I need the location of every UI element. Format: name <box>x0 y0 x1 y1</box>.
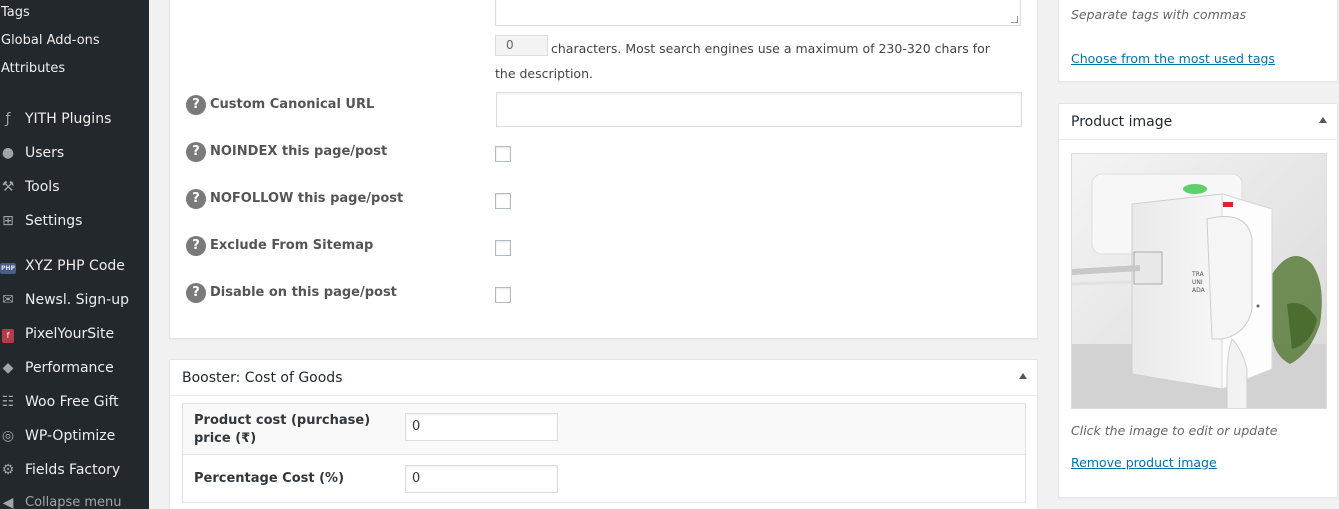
nofollow-label: NOFOLLOW this page/post <box>210 191 404 206</box>
help-icon[interactable]: ? <box>186 283 206 303</box>
char-count-field: 0 <box>495 35 548 56</box>
menu-label: Fields Factory <box>25 462 121 478</box>
submenu-item-tags[interactable]: Tags <box>1 4 30 22</box>
menu-item-settings[interactable]: ⊞ Settings <box>0 206 149 236</box>
menu-label: Woo Free Gift <box>25 394 119 410</box>
menu-item-users[interactable]: ● Users <box>0 138 149 168</box>
most-used-tags-link[interactable]: Choose from the most used tags <box>1071 51 1275 66</box>
collapse-menu-button[interactable]: ◀ Collapse menu <box>0 488 149 509</box>
nofollow-checkbox[interactable] <box>495 193 511 209</box>
envelope-icon: ✉ <box>2 292 14 308</box>
product-image-box: Product image TRA UNI ADA Click the imag… <box>1058 103 1338 498</box>
resize-handle-icon[interactable] <box>1011 16 1018 23</box>
table-row: Product cost (purchase) price (₹) 0 <box>183 404 1025 455</box>
performance-icon: ◆ <box>2 360 14 376</box>
help-icon[interactable]: ? <box>186 189 206 209</box>
product-image-thumbnail[interactable]: TRA UNI ADA <box>1071 153 1327 409</box>
menu-item-wp-optimize[interactable]: ◎ WP-Optimize <box>0 421 149 451</box>
menu-item-newsletter-signup[interactable]: ✉ Newsl. Sign-up <box>0 285 149 315</box>
cost-of-goods-table: Product cost (purchase) price (₹) 0 Perc… <box>182 403 1026 503</box>
product-cost-label: Product cost (purchase) price (₹) <box>194 413 371 446</box>
noindex-checkbox[interactable] <box>495 146 511 162</box>
wrench-icon: ⚒ <box>1 179 15 195</box>
exclude-sitemap-label: Exclude From Sitemap <box>210 238 374 253</box>
submenu-item-global-add-ons[interactable]: Global Add-ons <box>1 32 100 50</box>
table-row: Percentage Cost (%) 0 <box>183 455 1025 504</box>
product-cost-input[interactable]: 0 <box>405 413 558 441</box>
booster-cost-of-goods-box: Booster: Cost of Goods Product cost (pur… <box>169 359 1038 509</box>
char-count-description: characters. Most search engines use a ma… <box>495 41 990 81</box>
menu-item-yith-plugins[interactable]: ƒ YITH Plugins <box>0 104 149 134</box>
settings-icon: ⊞ <box>2 213 14 229</box>
seo-settings-box: characters. Most search engines use a ma… <box>169 0 1038 339</box>
admin-sidebar: Tags Global Add-ons Attributes ƒ YITH Pl… <box>0 0 149 509</box>
canonical-url-label: Custom Canonical URL <box>210 97 375 112</box>
menu-label: Tools <box>25 179 60 195</box>
yith-icon: ƒ <box>5 111 11 127</box>
help-icon[interactable]: ? <box>186 236 206 256</box>
product-image-title: Product image <box>1071 114 1173 130</box>
toggle-arrow-icon[interactable] <box>1019 373 1027 379</box>
menu-label: Collapse menu <box>25 495 122 509</box>
disable-checkbox[interactable] <box>495 287 511 303</box>
wp-optimize-icon: ◎ <box>1 428 15 444</box>
product-tags-box: Separate tags with commas Choose from th… <box>1058 0 1338 82</box>
menu-item-fields-factory[interactable]: ⚙ Fields Factory <box>0 455 149 485</box>
canonical-url-input[interactable] <box>496 92 1022 127</box>
php-icon: PHP <box>0 263 16 274</box>
menu-label: Performance <box>25 360 114 376</box>
disable-label: Disable on this page/post <box>210 285 397 300</box>
svg-text:UNI: UNI <box>1192 279 1203 286</box>
description-textarea[interactable] <box>495 0 1021 26</box>
exclude-sitemap-checkbox[interactable] <box>495 240 511 256</box>
postbox-header[interactable]: Booster: Cost of Goods <box>170 360 1037 396</box>
gear-icon: ⚙ <box>1 462 15 478</box>
cart-icon: ☷ <box>1 394 15 410</box>
menu-label: WP-Optimize <box>25 428 116 444</box>
tags-hint: Separate tags with commas <box>1071 7 1247 22</box>
help-icon[interactable]: ? <box>186 142 206 162</box>
menu-label: Newsl. Sign-up <box>25 292 129 308</box>
submenu-item-attributes[interactable]: Attributes <box>1 60 65 78</box>
menu-item-woo-free-gift[interactable]: ☷ Woo Free Gift <box>0 387 149 417</box>
remove-product-image-link[interactable]: Remove product image <box>1071 455 1217 470</box>
menu-item-pixelyoursite[interactable]: f PixelYourSite <box>0 319 149 349</box>
menu-item-tools[interactable]: ⚒ Tools <box>0 172 149 202</box>
booster-title: Booster: Cost of Goods <box>182 370 343 386</box>
menu-label: YITH Plugins <box>25 111 112 127</box>
travel-adapter-image: TRA UNI ADA <box>1072 154 1326 408</box>
svg-text:TRA: TRA <box>1191 271 1205 278</box>
image-edit-hint: Click the image to edit or update <box>1071 423 1278 438</box>
svg-text:ADA: ADA <box>1192 287 1206 294</box>
toggle-arrow-icon[interactable] <box>1319 117 1327 123</box>
percentage-cost-label: Percentage Cost (%) <box>194 471 345 486</box>
help-icon[interactable]: ? <box>186 95 206 115</box>
menu-item-performance[interactable]: ◆ Performance <box>0 353 149 383</box>
percentage-cost-input[interactable]: 0 <box>405 465 558 493</box>
menu-label: XYZ PHP Code <box>25 258 125 274</box>
pixelyoursite-icon: f <box>0 326 18 343</box>
menu-item-xyz-php-code[interactable]: PHP XYZ PHP Code <box>0 251 149 281</box>
collapse-icon: ◀ <box>2 495 14 509</box>
menu-label: Settings <box>25 213 83 229</box>
users-icon: ● <box>1 145 15 161</box>
noindex-label: NOINDEX this page/post <box>210 144 388 159</box>
menu-label: PixelYourSite <box>25 326 115 342</box>
menu-label: Users <box>25 145 65 161</box>
postbox-header[interactable]: Product image <box>1059 104 1337 140</box>
